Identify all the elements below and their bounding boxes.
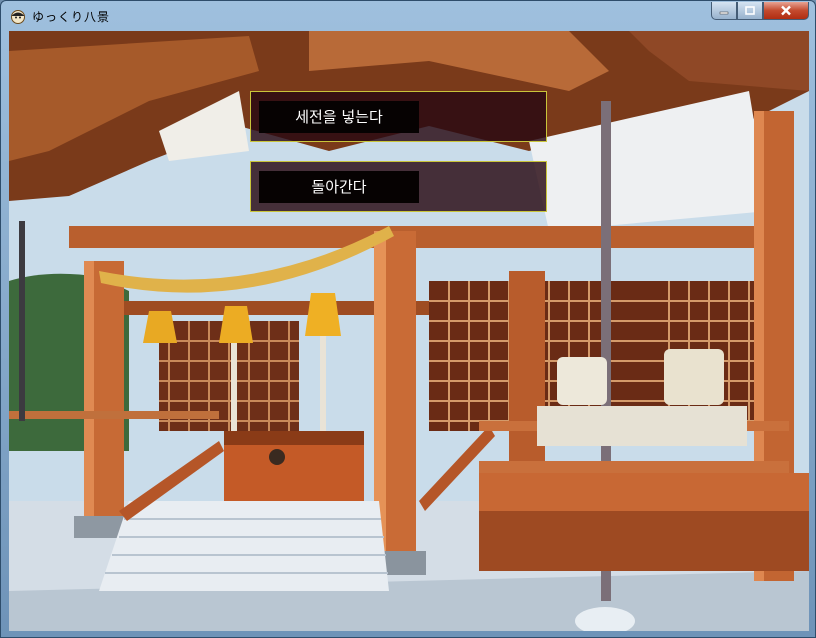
game-screen: 세전을 넣는다 돌아간다 [9,31,809,631]
game-window: ゆっくり八景 세전을 넣는다 돌아간다 [0,0,816,638]
choice-label: 세전을 넣는다 [259,101,419,133]
choice-offer-money-button[interactable]: 세전을 넣는다 [250,91,547,142]
minimize-icon [719,11,729,14]
window-title: ゆっくり八景 [32,10,111,24]
minimize-button[interactable] [711,2,737,20]
title-bar[interactable]: ゆっくり八景 [1,1,815,31]
window-controls [711,2,809,21]
choice-label: 돌아간다 [259,171,419,203]
yukkuri-app-icon [11,10,25,24]
maximize-icon [745,6,755,15]
close-icon [781,5,791,16]
maximize-button[interactable] [737,2,763,20]
close-button[interactable] [763,2,809,20]
choice-go-back-button[interactable]: 돌아간다 [250,161,547,212]
